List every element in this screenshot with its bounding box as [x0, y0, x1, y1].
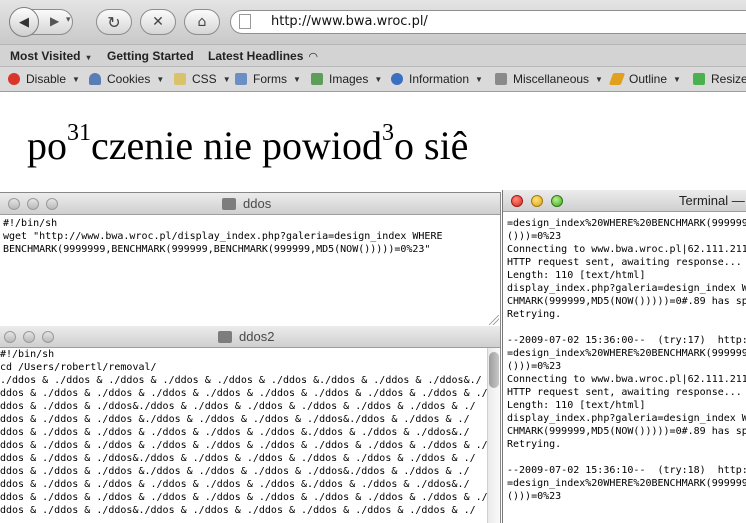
window-title: ddos2	[239, 329, 275, 344]
back-forward-buttons[interactable]: ◀ ▶ ▾	[9, 7, 73, 37]
information-icon	[391, 73, 403, 85]
forward-arrow-icon[interactable]: ▶	[50, 14, 59, 28]
terminal-output[interactable]: #!/bin/sh cd /Users/robertl/removal/ ./d…	[0, 348, 488, 517]
css-icon	[174, 73, 186, 85]
bookmark-getting-started[interactable]: Getting Started	[107, 49, 194, 63]
ddos-window: ddos #!/bin/sh wget "http://www.bwa.wroc…	[0, 192, 501, 326]
scrollbar-thumb[interactable]	[489, 352, 499, 388]
stop-button[interactable]: ✕	[140, 9, 176, 35]
resize-handle[interactable]	[489, 315, 499, 325]
webdev-disable[interactable]: Disable ▼	[8, 72, 80, 86]
webdev-css[interactable]: CSS ▼	[174, 72, 231, 86]
zoom-button[interactable]	[46, 198, 58, 210]
images-icon	[311, 73, 323, 85]
ddos2-window: ddos2 #!/bin/sh cd /Users/robertl/remova…	[0, 326, 501, 523]
terminal-icon	[222, 198, 236, 210]
zoom-button[interactable]	[42, 331, 54, 343]
disable-icon	[8, 73, 20, 85]
window-title: ddos	[243, 196, 272, 211]
minimize-button[interactable]	[27, 198, 39, 210]
web-developer-toolbar: Disable ▼ Cookies ▼ CSS ▼ Forms ▼ Images ▼ In…	[0, 66, 746, 92]
history-dropdown-icon[interactable]: ▾	[66, 15, 71, 25]
ddos-titlebar[interactable]: ddos	[0, 193, 500, 215]
zoom-button[interactable]	[551, 195, 563, 207]
bookmark-most-visited[interactable]: Most Visited ▾	[10, 49, 90, 63]
scrollbar[interactable]	[487, 348, 500, 523]
terminal-window: Terminal — =design_index%20WHERE%20BENCH…	[502, 190, 746, 523]
home-icon: ⌂	[197, 14, 207, 30]
back-arrow-icon[interactable]: ◀	[9, 7, 39, 37]
error-message: po31czenie nie powiod3o siê	[27, 120, 469, 168]
chevron-down-icon: ▾	[86, 53, 91, 62]
minimize-button[interactable]	[23, 331, 35, 343]
forms-icon	[235, 73, 247, 85]
browser-toolbar: ◀ ▶ ▾ ↻ ✕ ⌂ http://www.bwa.wroc.pl/	[0, 0, 746, 44]
webdev-cookies[interactable]: Cookies ▼	[89, 72, 164, 86]
miscellaneous-icon	[495, 73, 507, 85]
ddos2-titlebar[interactable]: ddos2	[0, 326, 500, 348]
address-bar[interactable]: http://www.bwa.wroc.pl/	[230, 10, 746, 34]
url-text[interactable]: http://www.bwa.wroc.pl/	[271, 14, 428, 29]
terminal-output[interactable]: =design_index%20WHERE%20BENCHMARK(999999…	[507, 217, 746, 503]
bookmarks-toolbar: Most Visited ▾ Getting Started Latest Hea…	[0, 44, 746, 67]
bookmark-latest-headlines[interactable]: Latest Headlines ◠	[208, 49, 318, 63]
close-button[interactable]	[511, 195, 523, 207]
home-button[interactable]: ⌂	[184, 9, 220, 35]
window-title: Terminal —	[679, 193, 745, 208]
close-button[interactable]	[8, 198, 20, 210]
webdev-miscellaneous[interactable]: Miscellaneous ▼	[495, 72, 603, 86]
terminal-titlebar[interactable]: Terminal —	[503, 190, 746, 212]
page-content: po31czenie nie powiod3o siê	[0, 92, 746, 192]
minimize-button[interactable]	[531, 195, 543, 207]
resize-icon	[693, 73, 705, 85]
webdev-outline[interactable]: Outline ▼	[608, 72, 681, 86]
terminal-icon	[218, 331, 232, 343]
webdev-information[interactable]: Information ▼	[391, 72, 483, 86]
terminal-output[interactable]: #!/bin/sh wget "http://www.bwa.wroc.pl/d…	[3, 217, 443, 256]
stop-icon: ✕	[152, 14, 164, 30]
webdev-images[interactable]: Images ▼	[311, 72, 382, 86]
rss-icon: ◠	[308, 51, 318, 63]
page-icon	[239, 14, 251, 29]
webdev-resize[interactable]: Resize	[693, 72, 746, 86]
reload-icon: ↻	[107, 12, 121, 32]
reload-button[interactable]: ↻	[96, 9, 132, 35]
webdev-forms[interactable]: Forms ▼	[235, 72, 301, 86]
close-button[interactable]	[4, 331, 16, 343]
cookies-icon	[89, 73, 101, 85]
outline-icon	[608, 73, 626, 85]
